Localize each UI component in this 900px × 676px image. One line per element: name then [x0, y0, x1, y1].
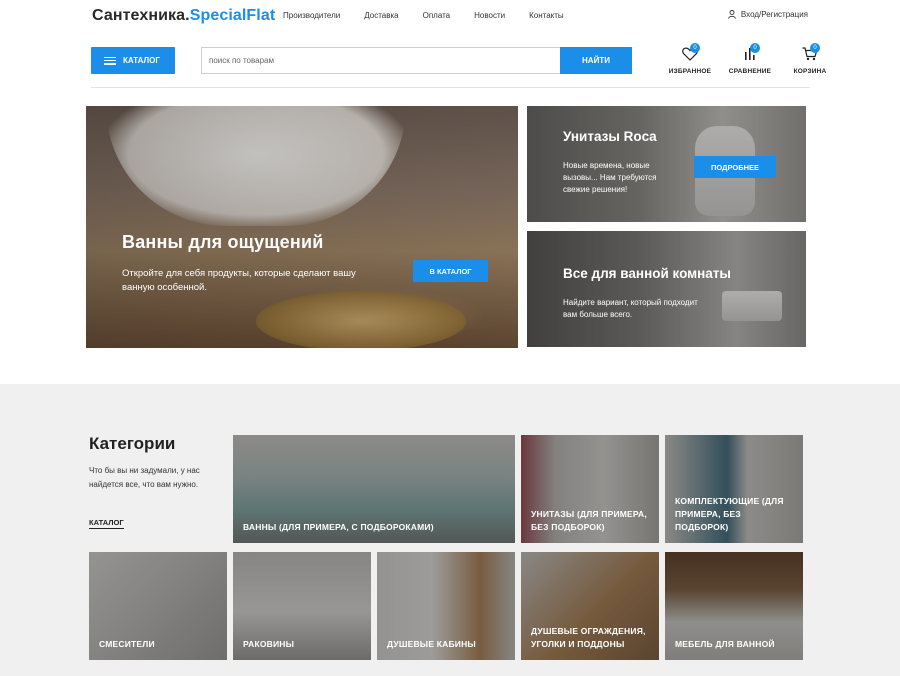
top-nav: Производители Доставка Оплата Новости Ко… — [283, 11, 588, 20]
category-label: ВАННЫ (ДЛЯ ПРИМЕРА, С ПОДБОРОКАМИ) — [243, 522, 434, 532]
compare-count-badge: 0 — [750, 43, 760, 53]
promo-title: Все для ванной комнаты — [563, 266, 731, 281]
nav-manufacturers[interactable]: Производители — [283, 11, 340, 20]
category-tile-baths[interactable]: ВАННЫ (ДЛЯ ПРИМЕРА, С ПОДБОРОКАМИ) — [233, 435, 515, 543]
header-divider — [91, 87, 810, 88]
cart-button[interactable]: 0 КОРЗИНА — [780, 43, 840, 75]
logo[interactable]: Сантехника.SpecialFlat — [92, 7, 275, 25]
user-icon — [728, 10, 736, 19]
compare-button[interactable]: 0 СРАВНЕНИЕ — [720, 43, 780, 75]
categories-title: Категории — [89, 434, 176, 453]
compare-label: СРАВНЕНИЕ — [728, 68, 772, 75]
nav-contacts[interactable]: Контакты — [529, 11, 564, 20]
categories-catalog-link[interactable]: КАТАЛОГ — [89, 518, 124, 529]
category-label: РАКОВИНЫ — [243, 639, 295, 649]
search-button[interactable]: НАЙТИ — [560, 47, 632, 74]
header-icons: 0 ИЗБРАННОЕ 0 СРАВНЕНИЕ 0 КОРЗИНА — [660, 43, 840, 75]
favorites-button[interactable]: 0 ИЗБРАННОЕ — [660, 43, 720, 75]
login-label: Вход/Регистрация — [740, 10, 808, 19]
nav-delivery[interactable]: Доставка — [364, 11, 398, 20]
category-tile-shower-cabins[interactable]: ДУШЕВЫЕ КАБИНЫ — [377, 552, 515, 660]
category-label: КОМПЛЕКТУЮЩИЕ (ДЛЯ ПРИМЕРА, БЕЗ ПОДБОРОК… — [675, 496, 784, 532]
hero-text: Откройте для себя продукты, которые сдел… — [122, 268, 356, 293]
menu-icon — [104, 56, 116, 65]
hero-title: Ванны для ощущений — [122, 232, 324, 252]
favorites-label: ИЗБРАННОЕ — [668, 68, 712, 75]
promo-roca-toilets[interactable]: Унитазы Roca Новые времена, новые вызовы… — [527, 106, 806, 222]
header: КАТАЛОГ НАЙТИ 0 ИЗБРАННОЕ 0 СРАВНЕНИЕ 0 … — [0, 33, 900, 93]
nav-news[interactable]: Новости — [474, 11, 505, 20]
promo-text: Новые времена, новые вызовы... Нам требу… — [563, 161, 657, 194]
logo-part-2: SpecialFlat — [189, 7, 276, 24]
category-label: СМЕСИТЕЛИ — [99, 639, 155, 649]
top-bar: Сантехника.SpecialFlat Производители Дос… — [0, 0, 900, 33]
category-tile-toilets[interactable]: УНИТАЗЫ (ДЛЯ ПРИМЕРА, БЕЗ ПОДБОРОК) — [521, 435, 659, 543]
hero-catalog-button[interactable]: В КАТАЛОГ — [413, 260, 488, 282]
nav-payment[interactable]: Оплата — [423, 11, 451, 20]
promo-text: Найдите вариант, который подходит вам бо… — [563, 298, 698, 319]
categories-text: Что бы вы ни задумали, у нас найдется вс… — [89, 466, 200, 489]
search-input[interactable] — [202, 48, 560, 73]
category-tile-faucets[interactable]: СМЕСИТЕЛИ — [89, 552, 227, 660]
hero-banner[interactable]: Ванны для ощущений Откройте для себя про… — [86, 106, 518, 348]
catalog-button[interactable]: КАТАЛОГ — [91, 47, 175, 74]
category-label: МЕБЕЛЬ ДЛЯ ВАННОЙ — [675, 639, 775, 649]
category-tile-accessories[interactable]: КОМПЛЕКТУЮЩИЕ (ДЛЯ ПРИМЕРА, БЕЗ ПОДБОРОК… — [665, 435, 803, 543]
category-tile-furniture[interactable]: МЕБЕЛЬ ДЛЯ ВАННОЙ — [665, 552, 803, 660]
category-tile-sinks[interactable]: РАКОВИНЫ — [233, 552, 371, 660]
favorites-count-badge: 0 — [690, 43, 700, 53]
category-label: УНИТАЗЫ (ДЛЯ ПРИМЕРА, БЕЗ ПОДБОРОК) — [531, 509, 647, 532]
category-tile-shower-enclosures[interactable]: ДУШЕВЫЕ ОГРАЖДЕНИЯ, УГОЛКИ И ПОДДОНЫ — [521, 552, 659, 660]
search-bar: НАЙТИ — [201, 47, 632, 74]
promo-bathroom[interactable]: Все для ванной комнаты Найдите вариант, … — [527, 231, 806, 347]
promo-title: Унитазы Roca — [563, 129, 657, 144]
category-label: ДУШЕВЫЕ КАБИНЫ — [387, 639, 476, 649]
catalog-button-label: КАТАЛОГ — [123, 56, 160, 65]
category-label: ДУШЕВЫЕ ОГРАЖДЕНИЯ, УГОЛКИ И ПОДДОНЫ — [531, 626, 646, 649]
promo-more-button[interactable]: ПОДРОБНЕЕ — [694, 156, 776, 178]
logo-part-1: Сантехника. — [92, 7, 190, 24]
login-link[interactable]: Вход/Регистрация — [728, 10, 808, 19]
cart-count-badge: 0 — [810, 43, 820, 53]
cart-label: КОРЗИНА — [793, 68, 827, 75]
